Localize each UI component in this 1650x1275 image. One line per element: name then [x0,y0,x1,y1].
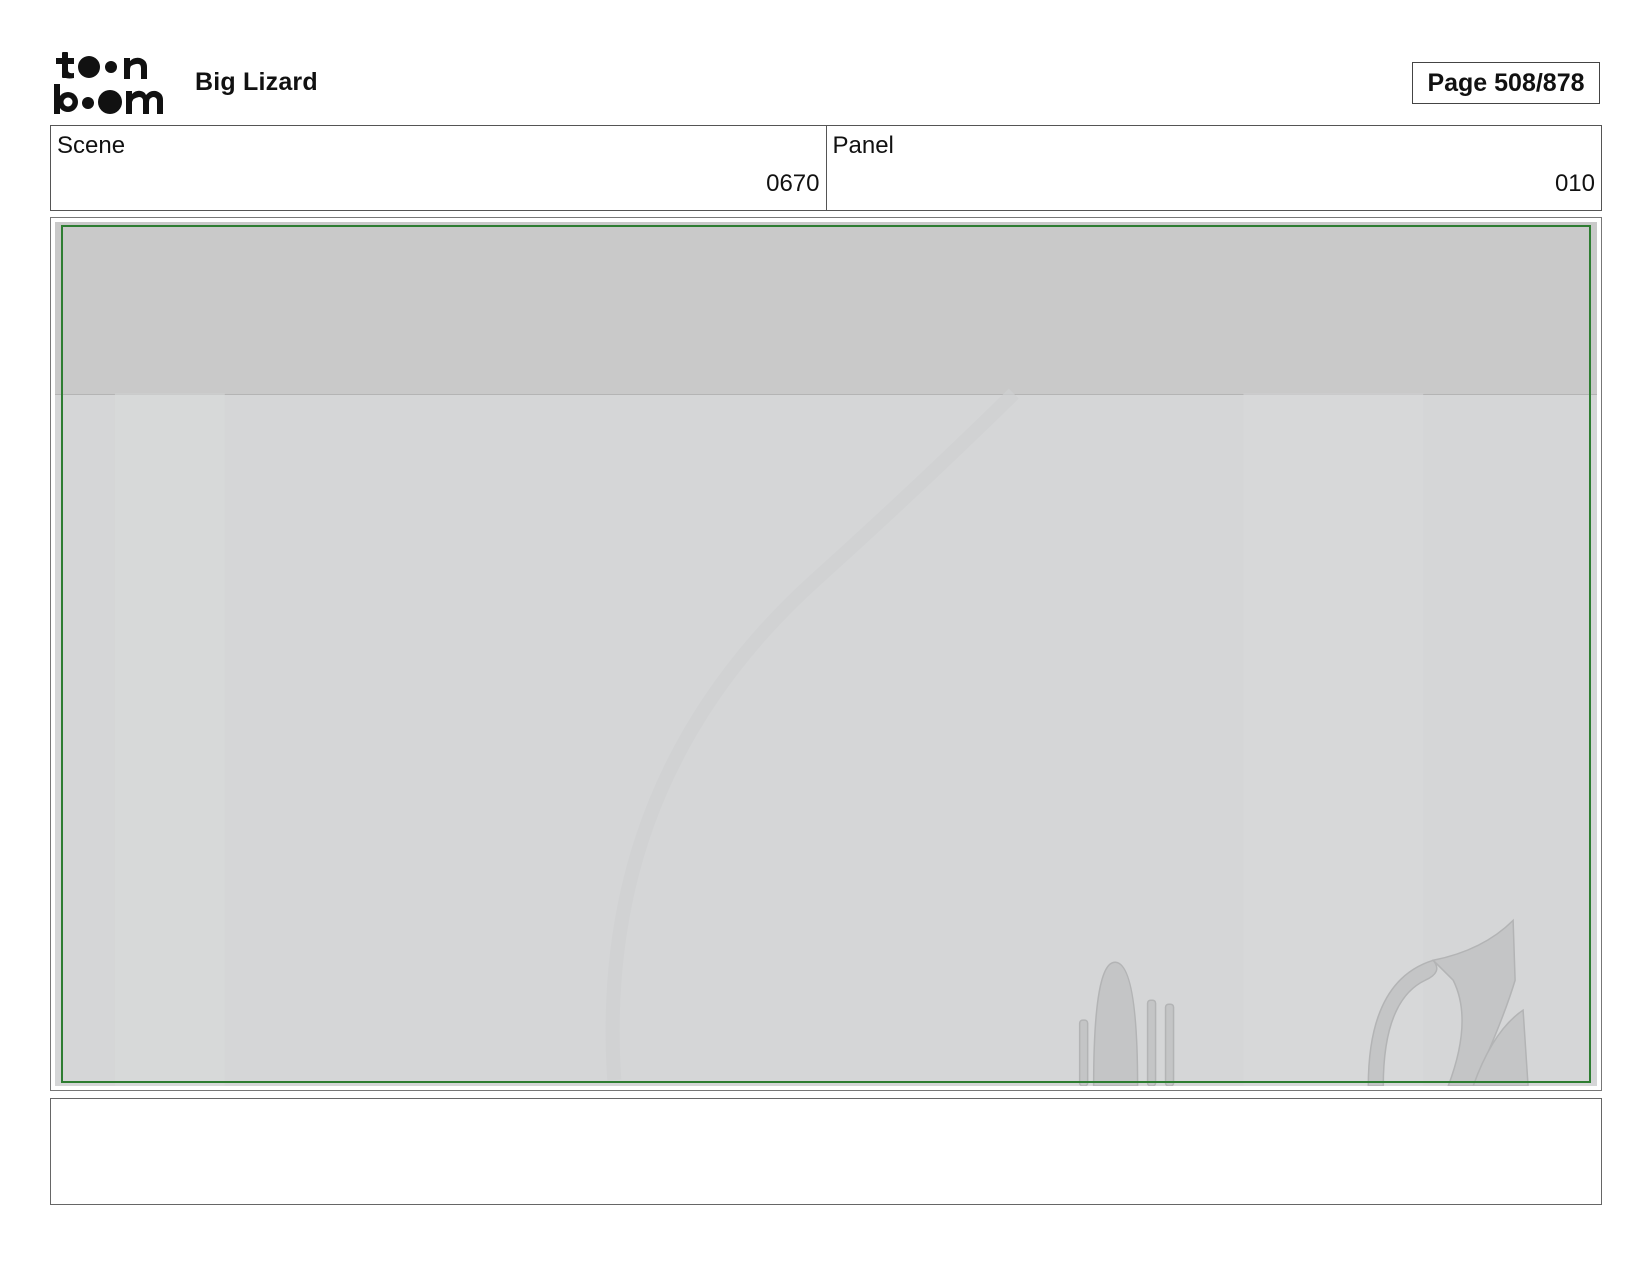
panel-cell: Panel 010 [825,126,1602,210]
scene-cell: Scene 0670 [51,126,826,210]
page-indicator: Page 508/878 [1412,62,1600,104]
panel-value: 010 [1554,170,1595,197]
scene-label: Scene [57,132,126,159]
project-title: Big Lizard [195,68,318,96]
scene-value: 0670 [766,170,820,197]
toon-boom-logo [54,52,163,114]
panel-label: Panel [832,132,894,159]
safe-area-border [61,225,1591,1083]
scene-panel-info: Scene 0670 Panel 010 [50,125,1602,211]
notes-box [50,1098,1602,1205]
